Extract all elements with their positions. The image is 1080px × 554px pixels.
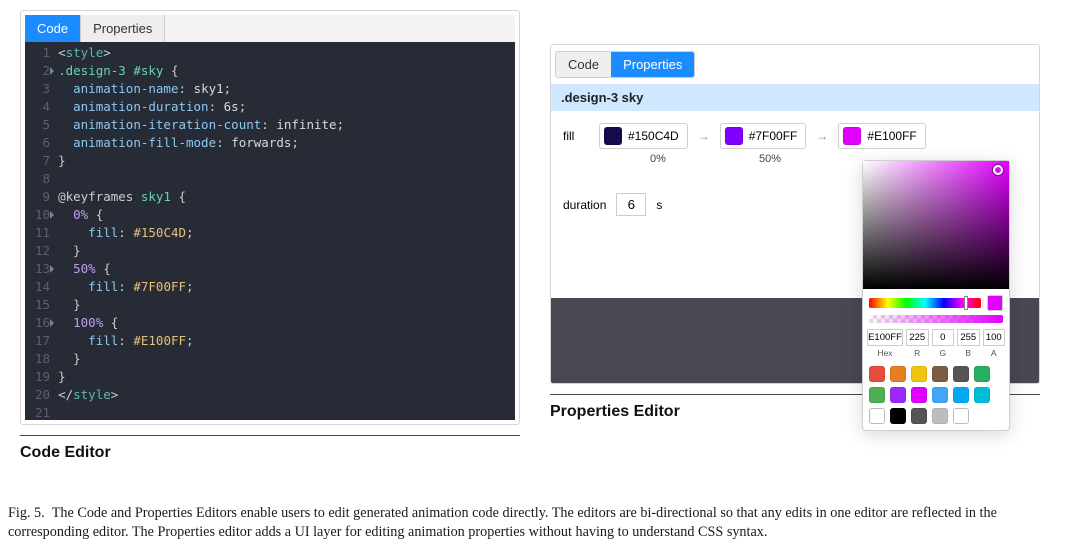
- figure-text: The Code and Properties Editors enable u…: [8, 505, 997, 540]
- picker-hex-label: Hex: [877, 348, 892, 358]
- code-lines[interactable]: <style>.design-3 #sky { animation-name: …: [58, 44, 515, 418]
- picker-r-label: R: [914, 348, 920, 358]
- fill-stop-1[interactable]: #7F00FF: [720, 123, 807, 149]
- picker-swatch[interactable]: [869, 366, 885, 382]
- picker-swatch[interactable]: [932, 387, 948, 403]
- picker-hue-bar[interactable]: [869, 298, 981, 308]
- picker-g-input[interactable]: [932, 329, 955, 346]
- fill-row: fill #150C4D → #7F00FF → #E100FF: [563, 123, 1027, 149]
- picker-a-input[interactable]: [983, 329, 1006, 346]
- properties-editor-tabs: Code Properties: [555, 51, 695, 78]
- picker-b-input[interactable]: [957, 329, 980, 346]
- fill-stop-0-pct: 0%: [607, 153, 709, 165]
- picker-r-input[interactable]: [906, 329, 929, 346]
- code-gutter: 123456789101112131415161718192021: [25, 44, 58, 418]
- fill-label: fill: [563, 129, 589, 143]
- divider: [20, 435, 520, 436]
- picker-swatch[interactable]: [869, 387, 885, 403]
- properties-editor-panel: Code Properties .design-3 sky fill #150C…: [550, 10, 1040, 421]
- picker-swatch[interactable]: [911, 408, 927, 424]
- tab-code[interactable]: Code: [25, 15, 81, 42]
- picker-b-label: B: [965, 348, 971, 358]
- picker-current-swatch: [987, 295, 1003, 311]
- code-editor-label: Code Editor: [20, 444, 520, 462]
- picker-swatch[interactable]: [974, 387, 990, 403]
- selector-bar[interactable]: .design-3 sky: [551, 84, 1039, 111]
- picker-swatch[interactable]: [953, 366, 969, 382]
- fill-stop-1-pct: 50%: [719, 153, 821, 165]
- picker-swatch-grid: [863, 360, 1009, 430]
- picker-swatch[interactable]: [932, 408, 948, 424]
- duration-label: duration: [563, 198, 606, 212]
- picker-swatch[interactable]: [890, 366, 906, 382]
- picker-alpha-bar[interactable]: [869, 315, 1003, 323]
- fill-stop-2-hex: #E100FF: [867, 129, 916, 143]
- duration-input[interactable]: [616, 193, 646, 216]
- code-editor-panel: Code Properties 123456789101112131415161…: [20, 10, 520, 462]
- picker-swatch[interactable]: [974, 366, 990, 382]
- figure-caption: Fig. 5. The Code and Properties Editors …: [8, 504, 1060, 542]
- duration-unit: s: [656, 198, 662, 212]
- picker-g-label: G: [939, 348, 946, 358]
- picker-hex-input[interactable]: [867, 329, 903, 346]
- picker-swatch[interactable]: [869, 408, 885, 424]
- picker-swatch[interactable]: [932, 366, 948, 382]
- picker-swatch[interactable]: [911, 366, 927, 382]
- picker-a-label: A: [991, 348, 997, 358]
- picker-sv-cursor[interactable]: [993, 165, 1003, 175]
- swatch-icon: [843, 127, 861, 145]
- code-editor-frame: Code Properties 123456789101112131415161…: [20, 10, 520, 425]
- fill-stop-0[interactable]: #150C4D: [599, 123, 688, 149]
- picker-swatch[interactable]: [953, 387, 969, 403]
- arrow-icon: →: [816, 129, 828, 143]
- swatch-icon: [604, 127, 622, 145]
- picker-saturation-value[interactable]: [863, 161, 1009, 289]
- picker-swatch[interactable]: [911, 387, 927, 403]
- fill-stop-1-hex: #7F00FF: [749, 129, 798, 143]
- arrow-icon: →: [698, 129, 710, 143]
- code-editor-tabs: Code Properties: [25, 15, 515, 42]
- swatch-icon: [725, 127, 743, 145]
- color-picker[interactable]: Hex R G B A: [862, 160, 1010, 431]
- tab-code-2[interactable]: Code: [556, 52, 611, 77]
- code-editor-body[interactable]: 123456789101112131415161718192021 <style…: [25, 42, 515, 420]
- tab-properties-2[interactable]: Properties: [611, 52, 694, 77]
- fill-stop-2[interactable]: #E100FF: [838, 123, 925, 149]
- picker-hue-cursor[interactable]: [964, 296, 968, 310]
- tab-properties[interactable]: Properties: [81, 15, 165, 42]
- figure-number: Fig. 5.: [8, 505, 45, 521]
- picker-swatch[interactable]: [890, 387, 906, 403]
- picker-values: Hex R G B A: [863, 327, 1009, 360]
- fill-stop-0-hex: #150C4D: [628, 129, 679, 143]
- picker-swatch[interactable]: [953, 408, 969, 424]
- picker-swatch[interactable]: [890, 408, 906, 424]
